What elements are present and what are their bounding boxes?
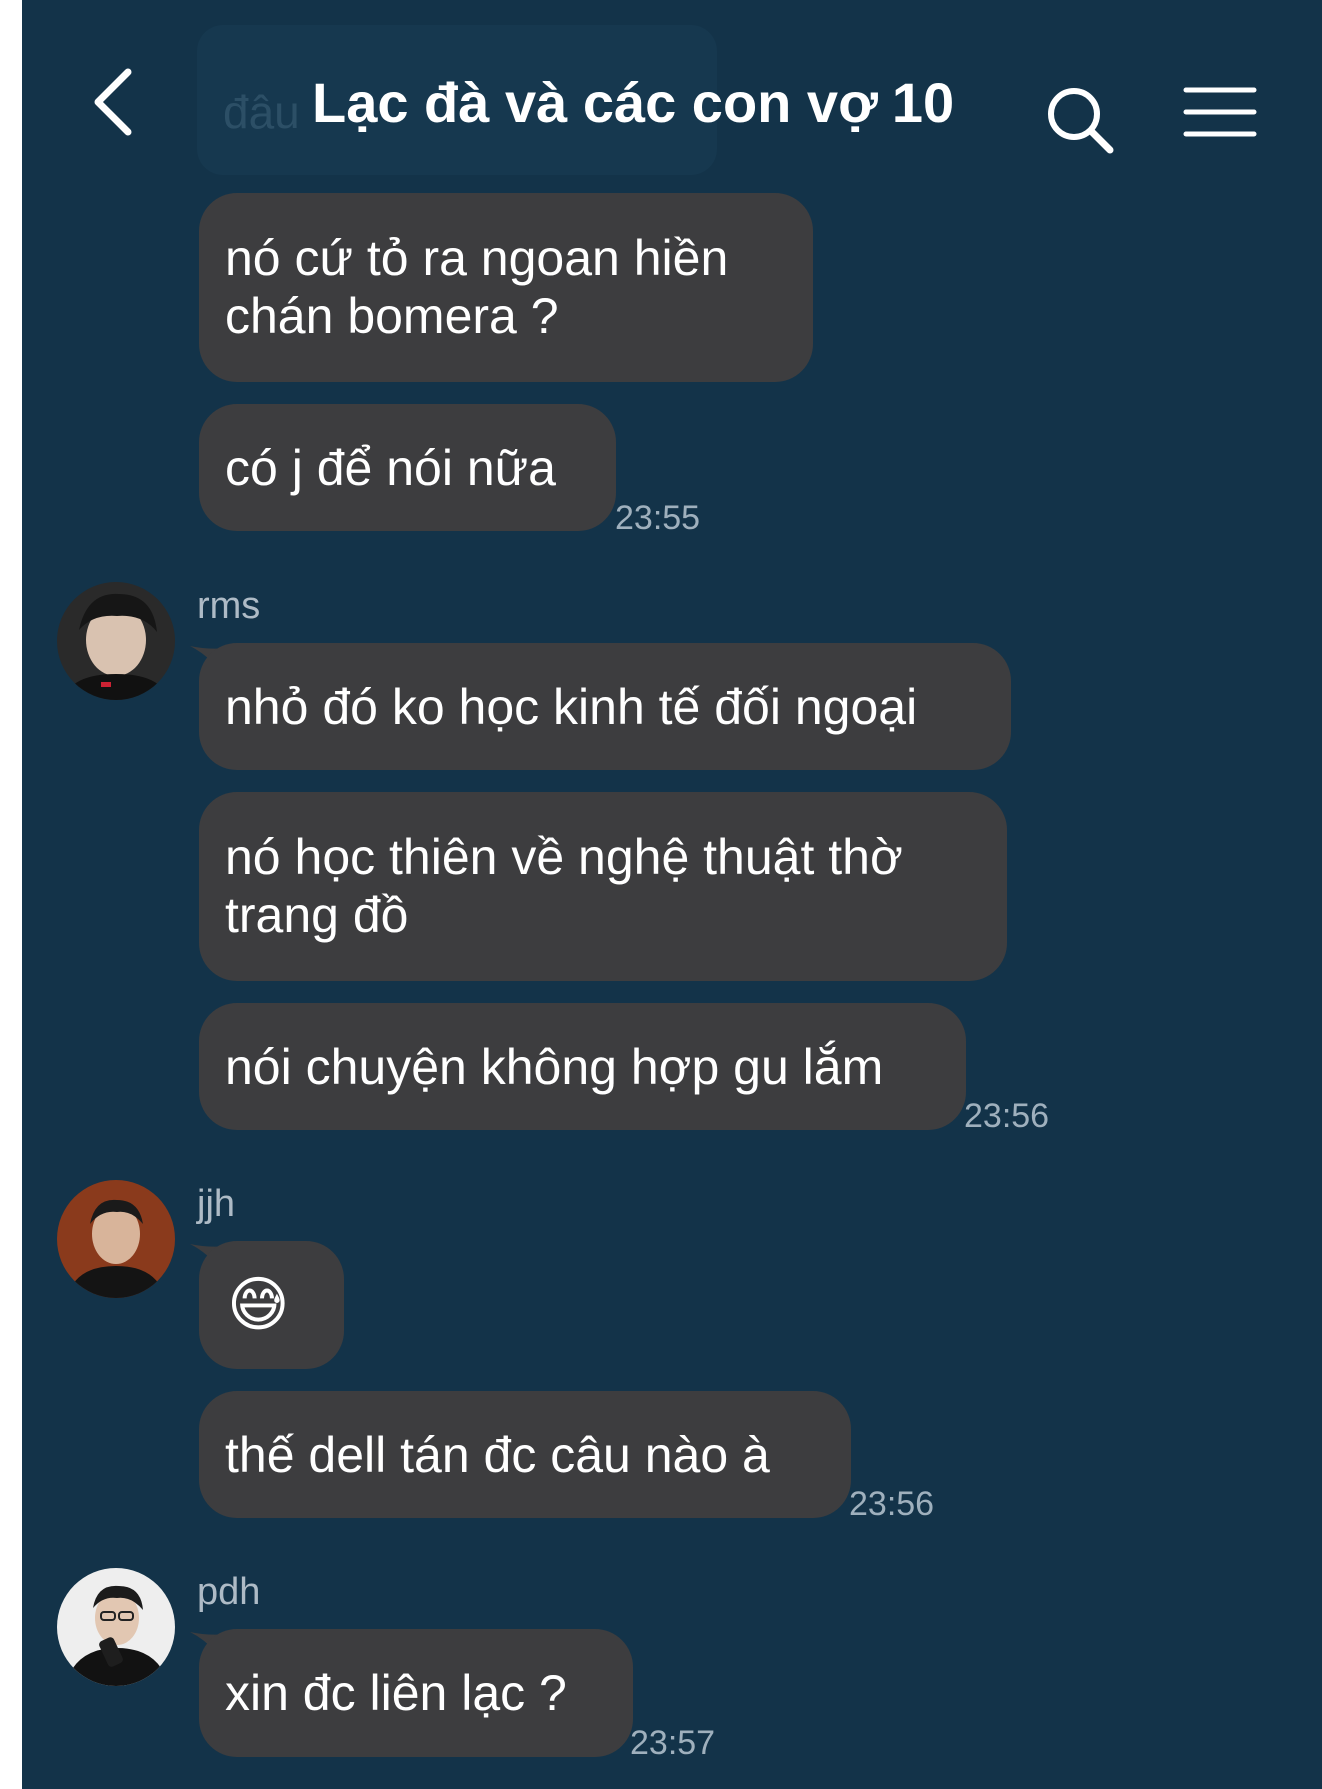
avatar-photo-icon [57, 1180, 175, 1298]
message-line: nói chuyện không hợp gu lắm [225, 1039, 884, 1095]
message-line: xin đc liên lạc ? [225, 1665, 567, 1721]
message-bubble[interactable]: xin đc liên lạc ? [199, 1629, 633, 1757]
chat-title[interactable]: Lạc đà và các con vợ 10 [312, 70, 954, 135]
sender-name: rms [197, 585, 261, 627]
message-bubble[interactable]: thế dell tán đc câu nào à [199, 1391, 851, 1518]
emoji-sweat-smile-icon: 😅 [227, 1271, 290, 1338]
back-button[interactable] [84, 62, 144, 142]
sender-name: jjh [197, 1183, 236, 1225]
message-line: nó cứ tỏ ra ngoan hiền [225, 230, 729, 286]
message-bubble[interactable]: có j để nói nữa [199, 404, 616, 531]
message-bubble[interactable]: nó cứ tỏ ra ngoan hiền chán bomera ? [199, 193, 813, 382]
chat-header: đâu Lạc đà và các con vợ 10 [22, 0, 1322, 200]
menu-button[interactable] [1180, 84, 1260, 144]
message-line: thế dell tán đc câu nào à [225, 1427, 770, 1483]
search-button[interactable] [1042, 82, 1122, 162]
member-count: 10 [891, 71, 955, 134]
sender-name: pdh [197, 1571, 261, 1613]
chat-screen: đâu Lạc đà và các con vợ 10 nó cứ tỏ ra … [22, 0, 1322, 1789]
avatar-photo-icon [57, 582, 175, 700]
chevron-left-icon [94, 68, 132, 136]
message-line: nó học thiên về nghệ thuật thờ [225, 829, 903, 885]
search-icon [1048, 88, 1114, 154]
emoji-message-bubble[interactable]: 😅 [199, 1241, 344, 1369]
message-line: nhỏ đó ko học kinh tế đối ngoại [225, 679, 918, 735]
message-timestamp: 23:56 [964, 1097, 1050, 1135]
message-line: trang đồ [225, 887, 409, 943]
message-timestamp: 23:56 [849, 1485, 935, 1523]
avatar-photo-icon [57, 1568, 175, 1686]
group-name: Lạc đà và các con vợ [312, 71, 878, 134]
message-bubble[interactable]: nhỏ đó ko học kinh tế đối ngoại [199, 643, 1011, 770]
message-line: có j để nói nữa [225, 440, 556, 496]
message-bubble[interactable]: nó học thiên về nghệ thuật thờ trang đồ [199, 792, 1007, 981]
avatar-jjh[interactable] [57, 1180, 175, 1298]
message-timestamp: 23:55 [615, 499, 701, 537]
avatar-rms[interactable] [57, 582, 175, 700]
hamburger-menu-icon [1183, 87, 1257, 137]
message-bubble[interactable]: nói chuyện không hợp gu lắm [199, 1003, 966, 1130]
message-timestamp: 23:57 [630, 1724, 716, 1762]
message-line: chán bomera ? [225, 288, 559, 344]
scrolled-message-text: đâu [223, 86, 300, 138]
avatar-pdh[interactable] [57, 1568, 175, 1686]
